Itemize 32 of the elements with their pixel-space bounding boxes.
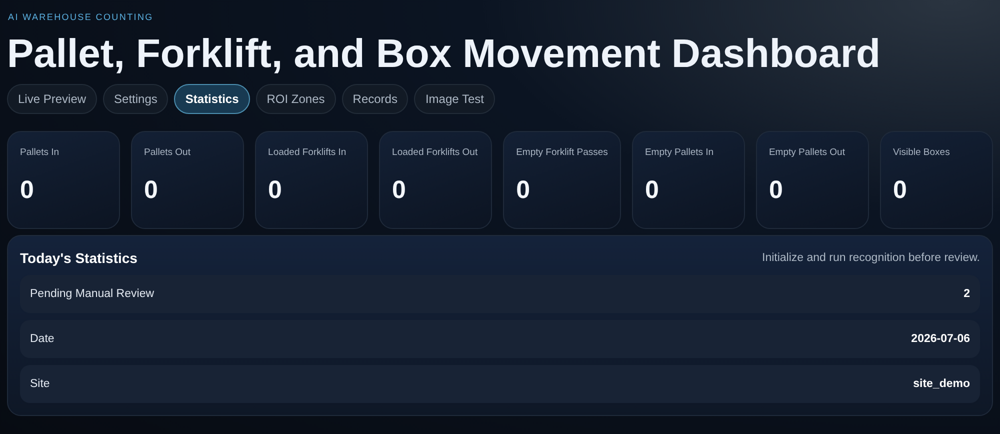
panel-title: Today's Statistics bbox=[20, 250, 138, 266]
tab[interactable]: Settings bbox=[103, 84, 168, 114]
metric-label: Empty Pallets Out bbox=[768, 147, 846, 158]
metric-value: 0 bbox=[144, 176, 159, 205]
metric-value: 0 bbox=[392, 176, 407, 205]
statistic-value: site_demo bbox=[913, 378, 970, 390]
tab[interactable]: Image Test bbox=[414, 84, 495, 114]
metric-label: Empty Pallets In bbox=[644, 147, 715, 158]
metric-value: 0 bbox=[644, 176, 660, 205]
metric-value: 0 bbox=[516, 176, 531, 205]
metric-label: Pallets Out bbox=[144, 147, 192, 158]
panel-hint: Initialize and run recognition before review. bbox=[762, 252, 980, 264]
tab[interactable]: Statistics bbox=[174, 84, 250, 114]
statistic-label: Date bbox=[30, 333, 54, 345]
metric-value: 0 bbox=[268, 176, 283, 205]
app-eyebrow: AI WAREHOUSE COUNTING bbox=[8, 12, 154, 22]
metric-value: 0 bbox=[768, 176, 784, 205]
statistic-value: 2026-07-06 bbox=[911, 333, 970, 345]
tab[interactable]: ROI Zones bbox=[256, 84, 336, 114]
metric-label: Empty Forklift Passes bbox=[516, 147, 608, 158]
tab[interactable]: Live Preview bbox=[7, 84, 98, 114]
metric-label: Visible Boxes bbox=[892, 147, 951, 158]
tab[interactable]: Records bbox=[342, 84, 408, 114]
statistic-value: 2 bbox=[964, 288, 970, 300]
metric-label: Loaded Forklifts In bbox=[268, 147, 348, 158]
statistic-label: Site bbox=[30, 378, 50, 390]
metric-value: 0 bbox=[892, 176, 908, 205]
metric-label: Loaded Forklifts Out bbox=[392, 147, 479, 158]
metric-value: 0 bbox=[20, 176, 35, 205]
page-title: Pallet, Forklift, and Box Movement Dashboard bbox=[7, 31, 880, 78]
metric-label: Pallets In bbox=[20, 147, 60, 158]
statistic-label: Pending Manual Review bbox=[30, 288, 154, 300]
